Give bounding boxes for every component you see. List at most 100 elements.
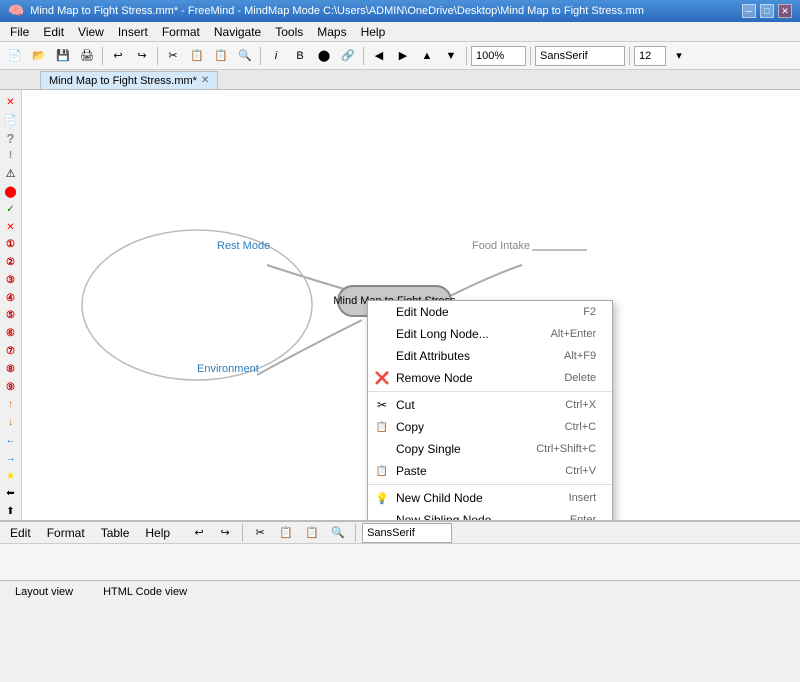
menu-tools[interactable]: Tools (269, 23, 309, 41)
cm-copy-single[interactable]: Copy Single Ctrl+Shift+C (368, 438, 612, 460)
menubar: File Edit View Insert Format Navigate To… (0, 22, 800, 42)
tab-close-icon[interactable]: ✕ (201, 75, 209, 86)
tb-save[interactable]: 💾 (52, 45, 74, 67)
font-input[interactable] (535, 46, 625, 66)
tb-next[interactable]: ▶ (392, 45, 414, 67)
bottom-tb-find[interactable]: 🔍 (327, 522, 349, 544)
bottom-tb-undo[interactable]: ↩ (188, 522, 210, 544)
sidebar-icon-7[interactable]: ⑦ (2, 343, 20, 360)
sidebar-icon-check[interactable]: ✓ (2, 201, 20, 218)
sidebar-icon-1[interactable]: ① (2, 236, 20, 253)
cm-paste-shortcut: Ctrl+V (565, 465, 596, 477)
tb-size-drop[interactable]: ▾ (668, 45, 690, 67)
cm-edit-node[interactable]: Edit Node F2 (368, 301, 612, 323)
tb-italic[interactable]: i (265, 45, 287, 67)
cm-edit-node-label: Edit Node (396, 305, 449, 319)
menu-insert[interactable]: Insert (112, 23, 154, 41)
bottom-menu-edit[interactable]: Edit (4, 524, 37, 542)
sidebar-icon-3[interactable]: ③ (2, 272, 20, 289)
tb-paste[interactable]: 📋 (210, 45, 232, 67)
cm-cut[interactable]: ✂ Cut Ctrl+X (368, 394, 612, 416)
tb-down[interactable]: ▼ (440, 45, 462, 67)
tb-print[interactable]: 🖨 (76, 45, 98, 67)
bottom-content[interactable] (0, 544, 800, 580)
tb-node[interactable]: ⬤ (313, 45, 335, 67)
bottom-tb-cut[interactable]: ✂ (249, 522, 271, 544)
tb-up[interactable]: ▲ (416, 45, 438, 67)
main-tab[interactable]: Mind Map to Fight Stress.mm* ✕ (40, 71, 218, 89)
cm-edit-attrs[interactable]: Edit Attributes Alt+F9 (368, 345, 612, 367)
sidebar-icon-warning[interactable]: ⚠ (2, 165, 20, 182)
tb-cut[interactable]: ✂ (162, 45, 184, 67)
tb-copy[interactable]: 📋 (186, 45, 208, 67)
sidebar-icon-close[interactable]: ✕ (2, 94, 20, 111)
cm-edit-long-shortcut: Alt+Enter (551, 328, 597, 340)
sidebar-icon-arrow-left[interactable]: ← (2, 432, 20, 449)
tb-redo[interactable]: ↪ (131, 45, 153, 67)
tb-new[interactable]: 📄 (4, 45, 26, 67)
sidebar-icon-8[interactable]: ⑧ (2, 361, 20, 378)
cm-new-sibling-shortcut: Enter (570, 514, 596, 520)
maximize-button[interactable]: □ (760, 4, 774, 18)
layout-view-tab[interactable]: Layout view (8, 583, 80, 601)
tb-undo[interactable]: ↩ (107, 45, 129, 67)
cm-copy-single-shortcut: Ctrl+Shift+C (536, 443, 596, 455)
food-intake-node[interactable]: Food Intake (472, 240, 530, 252)
sidebar-icon-star[interactable]: ★ (2, 468, 20, 485)
minimize-button[interactable]: ─ (742, 4, 756, 18)
cm-copy[interactable]: 📋 Copy Ctrl+C (368, 416, 612, 438)
cm-new-sibling[interactable]: New Sibling Node Enter (368, 509, 612, 520)
close-button[interactable]: ✕ (778, 4, 792, 18)
left-sidebar: ✕ 📄 ? ! ⚠ ⬤ ✓ ✕ ① ② ③ ④ ⑤ ⑥ ⑦ ⑧ ⑨ ↑ ↓ ← … (0, 90, 22, 520)
bottom-tb-copy[interactable]: 📋 (275, 522, 297, 544)
sidebar-icon-arrow-up[interactable]: ↑ (2, 397, 20, 414)
tb-find[interactable]: 🔍 (234, 45, 256, 67)
bottom-menu-format[interactable]: Format (41, 524, 91, 542)
bottom-tb-redo[interactable]: ↪ (214, 522, 236, 544)
cm-paste[interactable]: 📋 Paste Ctrl+V (368, 460, 612, 482)
menu-edit[interactable]: Edit (37, 23, 70, 41)
bottom-font-input[interactable] (362, 523, 452, 543)
tb-bold[interactable]: B (289, 45, 311, 67)
sidebar-icon-exclaim[interactable]: ! (2, 148, 20, 165)
sidebar-icon-6[interactable]: ⑥ (2, 325, 20, 342)
sidebar-icon-question[interactable]: ? (2, 130, 20, 147)
statusbar: Layout view HTML Code view (0, 580, 800, 602)
cm-new-child[interactable]: 💡 New Child Node Insert (368, 487, 612, 509)
sidebar-icon-back[interactable]: ⬅ (2, 485, 20, 502)
tb-link[interactable]: 🔗 (337, 45, 359, 67)
sidebar-icon-2[interactable]: ② (2, 254, 20, 271)
menu-help[interactable]: Help (355, 23, 392, 41)
sidebar-icon-arrow-down[interactable]: ↓ (2, 414, 20, 431)
window-title: Mind Map to Fight Stress.mm* - FreeMind … (30, 5, 742, 17)
cm-cut-icon: ✂ (374, 398, 390, 412)
toolbar: 📄 📂 💾 🖨 ↩ ↪ ✂ 📋 📋 🔍 i B ⬤ 🔗 ◀ ▶ ▲ ▼ ▾ (0, 42, 800, 70)
menu-file[interactable]: File (4, 23, 35, 41)
sidebar-icon-5[interactable]: ⑤ (2, 308, 20, 325)
html-code-view-tab[interactable]: HTML Code view (96, 583, 194, 601)
bottom-menu-help[interactable]: Help (139, 524, 176, 542)
menu-format[interactable]: Format (156, 23, 206, 41)
tb-sep5 (466, 47, 467, 65)
menu-maps[interactable]: Maps (311, 23, 352, 41)
mindmap-canvas[interactable]: Mind Map to Fight Stress Rest Mode Food … (22, 90, 800, 520)
sidebar-icon-cross[interactable]: ✕ (2, 219, 20, 236)
sidebar-icon-stop[interactable]: ⬤ (2, 183, 20, 200)
rest-mode-node[interactable]: Rest Mode (217, 240, 270, 252)
menu-view[interactable]: View (72, 23, 110, 41)
tb-prev[interactable]: ◀ (368, 45, 390, 67)
size-input[interactable] (634, 46, 666, 66)
sidebar-icon-arrow-right[interactable]: → (2, 450, 20, 467)
sidebar-icon-4[interactable]: ④ (2, 290, 20, 307)
sidebar-icon-9[interactable]: ⑨ (2, 379, 20, 396)
menu-navigate[interactable]: Navigate (208, 23, 267, 41)
zoom-input[interactable] (471, 46, 526, 66)
cm-edit-long[interactable]: Edit Long Node... Alt+Enter (368, 323, 612, 345)
bottom-tb-paste[interactable]: 📋 (301, 522, 323, 544)
sidebar-icon-node[interactable]: 📄 (2, 112, 20, 129)
sidebar-icon-forward[interactable]: ⬆ (2, 503, 20, 520)
tb-open[interactable]: 📂 (28, 45, 50, 67)
bottom-menu-table[interactable]: Table (95, 524, 136, 542)
cm-remove-node[interactable]: ❌ Remove Node Delete (368, 367, 612, 389)
environment-node[interactable]: Environment (197, 363, 259, 375)
